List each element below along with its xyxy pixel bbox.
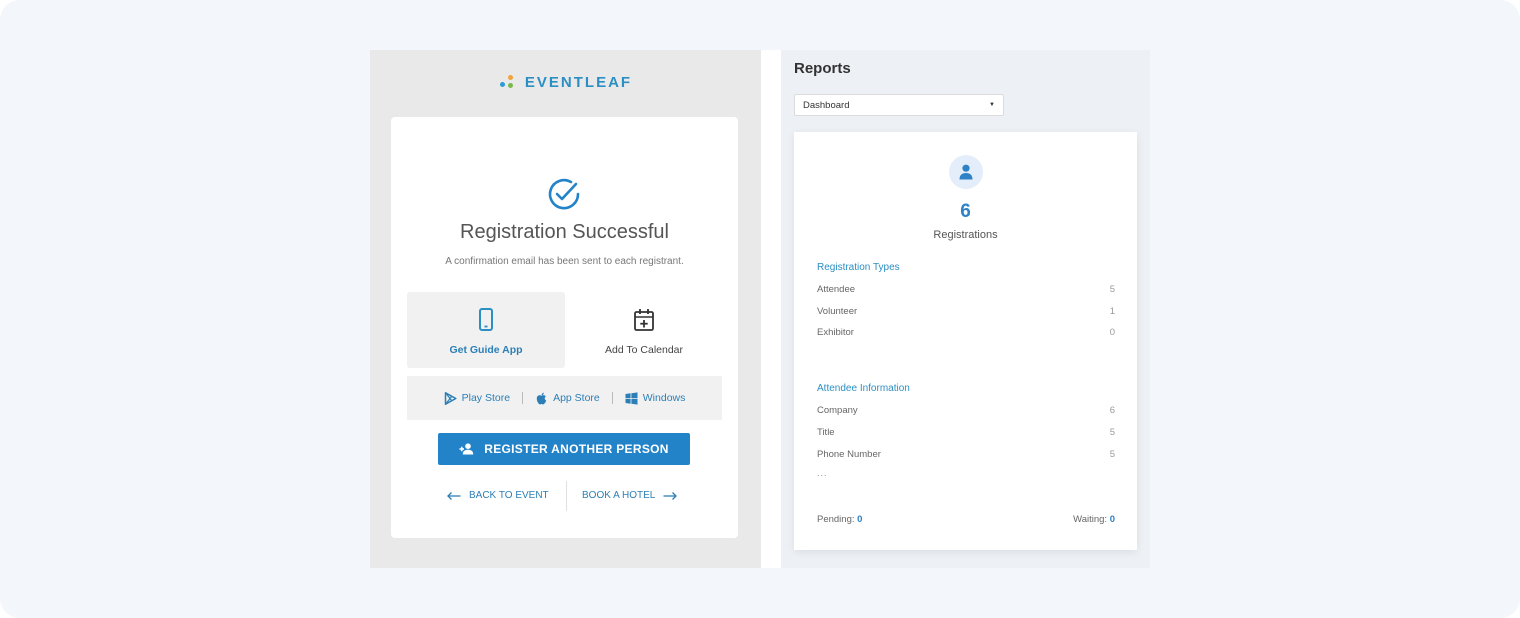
divider (522, 392, 524, 404)
waiting-label: Waiting: (1073, 514, 1108, 525)
play-store-label: Play Store (461, 392, 511, 404)
bottom-links: BACK TO EVENT BOOK A HOTEL (391, 481, 738, 511)
eventleaf-logo-icon (499, 74, 515, 90)
row-label: Exhibitor (817, 327, 854, 338)
register-another-person-button[interactable]: REGISTER ANOTHER PERSON (438, 433, 690, 465)
row-value: 5 (1109, 427, 1115, 438)
user-icon (959, 164, 973, 180)
registrations-avatar (949, 155, 983, 189)
more-indicator: ... (817, 468, 828, 478)
check-circle-icon (548, 178, 580, 210)
app-store-links: Play Store App Store Windows (407, 376, 722, 420)
calendar-plus-icon (634, 309, 654, 331)
registrations-count: 6 (960, 201, 971, 222)
arrow-right-icon (663, 491, 678, 500)
list-item: Attendee 5 (817, 284, 1115, 295)
add-to-calendar-label: Add To Calendar (604, 344, 684, 356)
reports-title: Reports (794, 60, 851, 77)
brand-logo: EVENTLEAF (370, 72, 761, 92)
list-item: Volunteer 1 (817, 306, 1115, 317)
pending-label: Pending: (817, 514, 855, 525)
row-label: Volunteer (817, 306, 858, 317)
pending-value: 0 (857, 514, 863, 525)
smartphone-icon (479, 308, 493, 331)
book-a-hotel-label: BOOK A HOTEL (582, 490, 656, 501)
divider (566, 481, 567, 511)
attendee-information-title: Attendee Information (817, 383, 910, 394)
registration-panel: EVENTLEAF Registration Successful A conf… (370, 50, 761, 568)
get-guide-app-label: Get Guide App (449, 344, 523, 356)
row-value: 6 (1109, 405, 1115, 416)
registration-title: Registration Successful (460, 221, 669, 243)
dashboard-card: 6 Registrations Registration Types Atten… (794, 132, 1137, 550)
reports-panel: Reports Dashboard ▼ 6 Registrations Regi… (781, 50, 1150, 568)
row-value: 0 (1109, 327, 1115, 338)
add-to-calendar-tile[interactable]: Add To Calendar (565, 292, 723, 368)
registration-card: Registration Successful A confirmation e… (391, 117, 738, 538)
status-summary: Pending: 0 Waiting: 0 (817, 514, 1115, 525)
row-value: 5 (1109, 449, 1115, 460)
windows-label: Windows (642, 392, 686, 404)
select-value: Dashboard (803, 99, 850, 111)
row-label: Title (817, 427, 835, 438)
list-item: Title 5 (817, 427, 1115, 438)
row-label: Company (817, 405, 858, 416)
row-label: Phone Number (817, 449, 881, 460)
waiting-value: 0 (1109, 514, 1115, 525)
get-guide-app-tile[interactable]: Get Guide App (407, 292, 565, 368)
play-store-link[interactable]: Play Store (444, 391, 511, 405)
row-label: Attendee (817, 284, 856, 295)
panel-gap (761, 50, 781, 568)
page-frame: EVENTLEAF Registration Successful A conf… (0, 0, 1520, 618)
row-value: 5 (1109, 284, 1115, 295)
windows-store-link[interactable]: Windows (625, 391, 686, 405)
back-to-event-label: BACK TO EVENT (469, 490, 549, 501)
arrow-left-icon (447, 491, 461, 500)
report-type-select[interactable]: Dashboard ▼ (794, 94, 1004, 116)
app-store-label: App Store (553, 392, 600, 404)
book-a-hotel-link[interactable]: BOOK A HOTEL (582, 490, 678, 501)
play-store-icon (444, 391, 457, 405)
row-value: 1 (1109, 306, 1115, 317)
registration-subtitle: A confirmation email has been sent to ea… (445, 256, 684, 267)
waiting-status: Waiting: 0 (1073, 514, 1115, 525)
list-item: Phone Number 5 (817, 449, 1115, 460)
registrations-label: Registrations (933, 229, 998, 241)
apple-icon (536, 392, 547, 404)
brand-name: EVENTLEAF (524, 73, 633, 91)
add-user-icon (459, 443, 474, 455)
caret-down-icon: ▼ (989, 102, 995, 108)
app-store-link[interactable]: App Store (535, 392, 600, 405)
registration-types-title: Registration Types (817, 262, 900, 273)
back-to-event-link[interactable]: BACK TO EVENT (447, 490, 549, 501)
divider (611, 392, 613, 404)
register-button-label: REGISTER ANOTHER PERSON (484, 442, 669, 456)
pending-status: Pending: 0 (817, 514, 862, 525)
list-item: Exhibitor 0 (817, 327, 1115, 338)
list-item: Company 6 (817, 405, 1115, 416)
windows-icon (625, 391, 638, 405)
